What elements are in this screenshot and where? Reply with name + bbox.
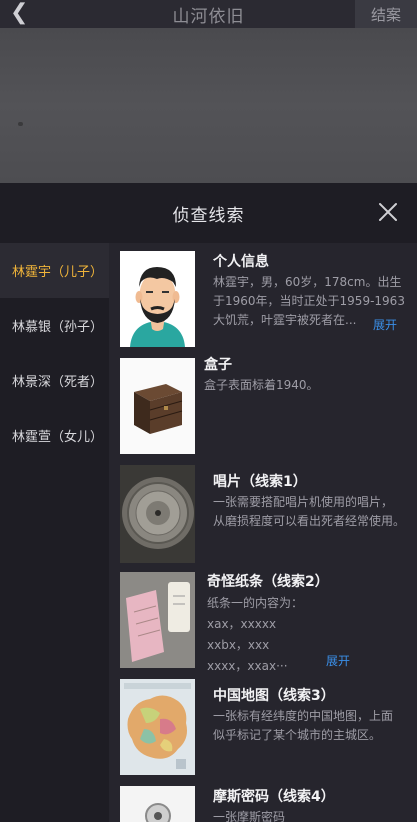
clue-title: 盒子 — [204, 357, 232, 373]
panel-header: 侦查线索 — [0, 183, 417, 243]
desc-line: 似乎标记了某个城市的主城区。 — [213, 728, 382, 742]
clue-card[interactable]: 个人信息 林霆宇，男，60岁，178cm。出生 于1960年，当时正处于1959… — [109, 249, 417, 349]
vinyl-record-photo — [120, 465, 195, 563]
sidebar-item-lin-tingyu[interactable]: 林霆宇（儿子） — [0, 243, 109, 298]
wooden-box-photo — [120, 358, 195, 454]
clues-panel: 侦查线索 林霆宇（儿子） 林慕银（孙子） 林景深（死者） 林霆萱（女儿） 个人信… — [0, 183, 417, 822]
clue-title: 中国地图（线索3） — [213, 688, 335, 704]
desc-line: 从磨损程度可以看出死者经常使用。 — [213, 514, 406, 528]
expand-link[interactable]: 展开 — [326, 652, 350, 669]
clue-card[interactable]: 奇怪纸条（线索2） 纸条一的内容为： xax，xxxxx xxbx，xxx xx… — [109, 572, 417, 673]
clue-list[interactable]: 个人信息 林霆宇，男，60岁，178cm。出生 于1960年，当时正处于1959… — [109, 243, 417, 822]
clue-description: 盒子表面标着1940。 — [204, 376, 319, 395]
clue-title: 个人信息 — [213, 254, 269, 270]
desc-line: xax，xxxxx — [207, 617, 277, 631]
clue-card[interactable]: 唱片（线索1） 一张需要搭配唱片机使用的唱片， 从磨损程度可以看出死者经常使用。 — [109, 465, 417, 565]
scene-background — [0, 28, 417, 183]
desc-line: 林霆宇，男，60岁，178cm。出生 — [213, 275, 402, 289]
expand-link[interactable]: 展开 — [373, 316, 397, 333]
panel-title: 侦查线索 — [172, 205, 245, 226]
desc-line: 盒子表面标着1940。 — [204, 378, 319, 392]
clue-description: 一张需要搭配唱片机使用的唱片， 从磨损程度可以看出死者经常使用。 — [213, 493, 405, 531]
sidebar-item-lin-muyin[interactable]: 林慕银（孙子） — [0, 298, 109, 353]
clue-title: 摩斯密码（线索4） — [213, 789, 335, 805]
clue-title: 奇怪纸条（线索2） — [207, 574, 329, 590]
clue-title: 唱片（线索1） — [213, 474, 307, 490]
desc-line: 一张需要搭配唱片机使用的唱片， — [213, 495, 394, 509]
paper-notes-photo — [120, 572, 195, 668]
desc-line: 于1960年，当时正处于1959-1963 — [213, 294, 405, 308]
sidebar-item-lin-tingxuan[interactable]: 林霆萱（女儿） — [0, 408, 109, 463]
clue-card[interactable]: 摩斯密码（线索4） 一张摩斯密码 — [109, 786, 417, 822]
avatar-illustration — [120, 251, 195, 347]
sidebar-item-lin-jingshen[interactable]: 林景深（死者） — [0, 353, 109, 408]
clue-card[interactable]: 中国地图（线索3） 一张标有经纬度的中国地图，上面 似乎标记了某个城市的主城区。 — [109, 679, 417, 779]
close-icon[interactable] — [377, 201, 399, 223]
desc-line: 纸条一的内容为： — [207, 596, 304, 610]
china-map-photo — [120, 679, 195, 775]
clue-card[interactable]: 盒子 盒子表面标着1940。 — [109, 356, 417, 456]
clue-description: 一张摩斯密码 — [213, 808, 285, 822]
suspect-sidebar: 林霆宇（儿子） 林慕银（孙子） 林景深（死者） 林霆萱（女儿） — [0, 243, 109, 463]
desc-line: xxxx，xxax··· — [207, 659, 288, 673]
desc-line: xxbx，xxx — [207, 638, 270, 652]
top-bar: ❮ 山河依旧 结案 — [0, 0, 417, 28]
page-title: 山河依旧 — [172, 6, 245, 27]
clue-description: 一张标有经纬度的中国地图，上面 似乎标记了某个城市的主城区。 — [213, 707, 393, 745]
desc-line: 一张摩斯密码 — [213, 810, 286, 822]
clue-description: 纸条一的内容为： xax，xxxxx xxbx，xxx xxxx，xxax··· — [207, 593, 303, 677]
chevron-left-icon[interactable]: ❮ — [10, 2, 28, 24]
morse-device-photo — [120, 786, 195, 822]
desc-line: 一张标有经纬度的中国地图，上面 — [213, 709, 394, 723]
end-case-button[interactable]: 结案 — [355, 0, 417, 28]
